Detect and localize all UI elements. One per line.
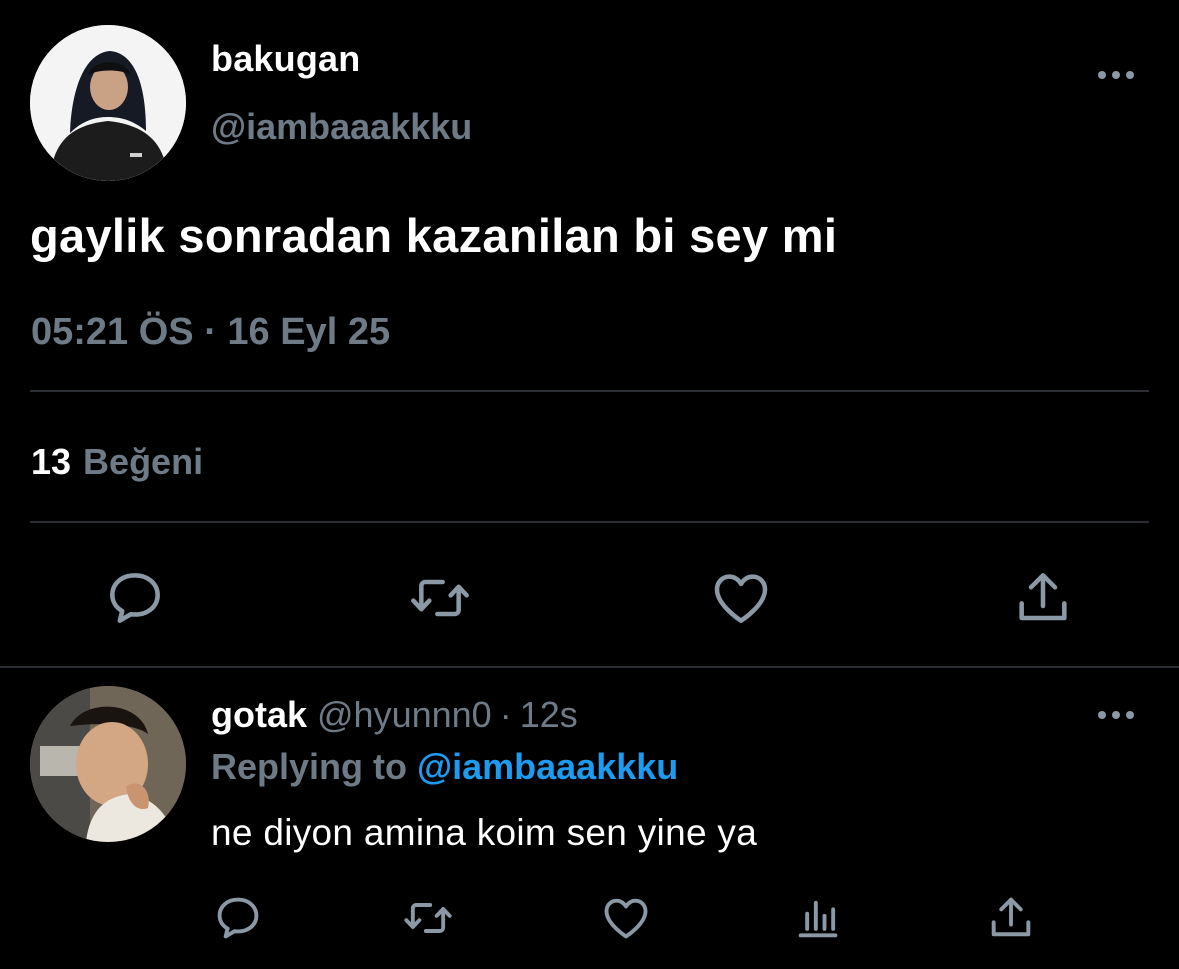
more-options-button[interactable] — [1092, 60, 1140, 90]
heart-icon — [604, 898, 648, 939]
author-avatar-image — [30, 25, 186, 181]
reply-icon — [217, 897, 259, 939]
reply-stats-button[interactable] — [792, 892, 844, 944]
heart-icon — [714, 574, 768, 623]
reply-retweet-button[interactable] — [402, 892, 454, 944]
author-display-name[interactable]: bakugan — [211, 38, 360, 80]
divider — [30, 390, 1149, 392]
retweet-icon — [411, 579, 469, 617]
reply-icon — [110, 573, 160, 623]
likes-summary[interactable]: 13 Beğeni — [31, 441, 203, 483]
like-button[interactable] — [709, 566, 773, 630]
stats-icon — [798, 900, 838, 938]
retweet-button[interactable] — [408, 566, 472, 630]
tweet-text: gaylik sonradan kazanilan bi sey mi — [30, 209, 838, 262]
replying-to-label: Replying to — [211, 746, 407, 787]
more-icon — [1098, 71, 1134, 79]
tweet-detail-page: bakugan @iambaaakkku gaylik sonradan kaz… — [0, 0, 1179, 969]
reply-display-name[interactable]: gotak — [211, 694, 307, 735]
likes-count: 13 — [31, 441, 72, 482]
reply-header: gotak @hyunnn0 · 12s — [211, 694, 578, 736]
author-handle[interactable]: @iambaaakkku — [211, 106, 472, 148]
reply-time[interactable]: 12s — [520, 694, 578, 735]
share-icon — [1019, 573, 1067, 621]
reply-author-avatar[interactable] — [30, 686, 186, 842]
more-icon — [1098, 711, 1134, 719]
share-icon — [991, 897, 1031, 937]
reply-share-button[interactable] — [985, 892, 1037, 944]
replying-to: Replying to @iambaaakkku — [211, 746, 678, 788]
likes-label: Beğeni — [83, 441, 204, 482]
reply-reply-button[interactable] — [212, 892, 264, 944]
thread-divider — [0, 666, 1179, 668]
reply-text: ne diyon amina koim sen yine ya — [211, 812, 758, 853]
reply-button[interactable] — [103, 566, 167, 630]
header-separator: · — [499, 694, 512, 735]
reply-handle[interactable]: @hyunnn0 — [317, 694, 492, 735]
reply-author-avatar-image — [30, 686, 186, 842]
divider — [30, 521, 1149, 523]
replying-to-mention[interactable]: @iambaaakkku — [417, 746, 678, 787]
retweet-icon — [404, 903, 452, 933]
share-button[interactable] — [1011, 566, 1075, 630]
author-avatar[interactable] — [30, 25, 186, 181]
reply-more-options-button[interactable] — [1092, 700, 1140, 730]
tweet-timestamp[interactable]: 05:21 ÖS · 16 Eyl 25 — [31, 311, 390, 354]
reply-like-button[interactable] — [600, 892, 652, 944]
